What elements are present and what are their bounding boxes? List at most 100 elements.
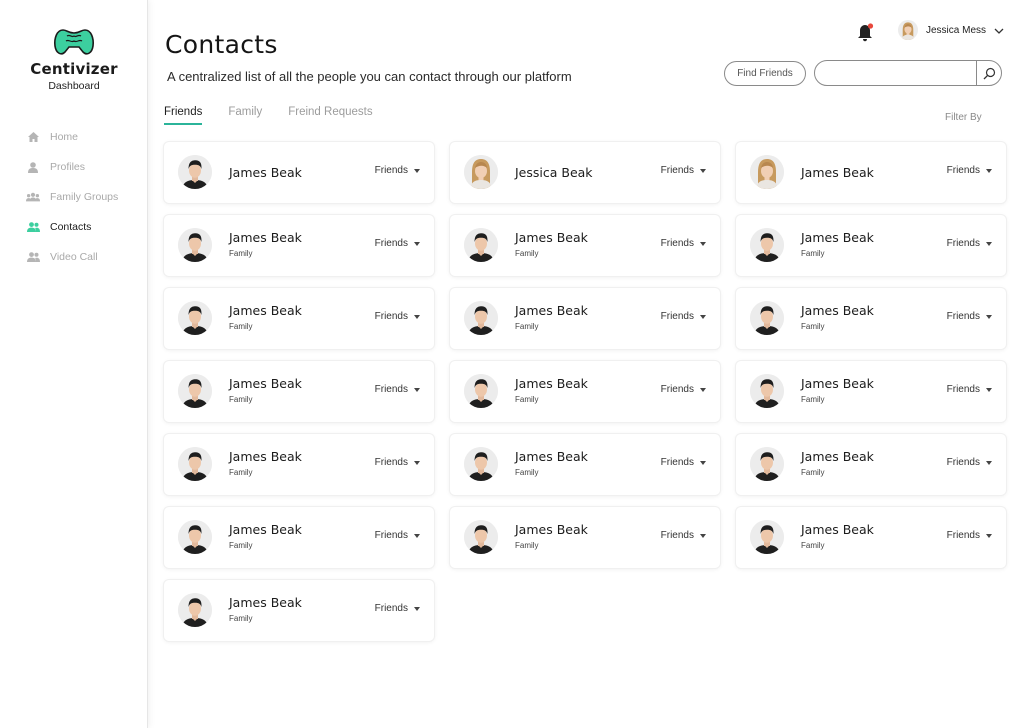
contact-card[interactable]: James Beak Family Friends	[164, 507, 434, 568]
contact-card[interactable]: James Beak Family Friends	[450, 215, 720, 276]
caret-down-icon	[414, 241, 420, 246]
contact-status-dropdown[interactable]: Friends	[375, 311, 420, 322]
contact-avatar	[464, 228, 498, 262]
sidebar-item-family-groups[interactable]: Family Groups	[0, 182, 148, 212]
logo[interactable]: Centivizer Dashboard	[0, 26, 148, 92]
sidebar-item-label: Profiles	[50, 161, 86, 173]
contact-status-dropdown[interactable]: Friends	[375, 384, 420, 395]
contact-status-dropdown[interactable]: Friends	[375, 165, 420, 176]
contact-card[interactable]: James Beak Family Friends	[164, 361, 434, 422]
contact-card[interactable]: James Beak Family Friends	[164, 215, 434, 276]
search-icon[interactable]	[976, 61, 1001, 85]
contact-status-label: Friends	[946, 530, 980, 541]
notification-bell-icon[interactable]	[857, 22, 875, 42]
contact-status-label: Friends	[946, 165, 980, 176]
sidebar: Centivizer Dashboard Home Profiles Famil…	[0, 0, 148, 728]
caret-down-icon	[986, 241, 992, 246]
contact-relation: Family	[229, 395, 253, 404]
search-input[interactable]	[815, 61, 976, 85]
sidebar-item-home[interactable]: Home	[0, 122, 148, 152]
contact-status-dropdown[interactable]: Friends	[947, 165, 992, 176]
sidebar-item-label: Video Call	[50, 251, 98, 263]
contact-relation: Family	[229, 541, 253, 550]
filter-by-button[interactable]: Filter By	[945, 112, 982, 123]
contact-card[interactable]: James Beak Family Friends	[736, 507, 1006, 568]
contact-status-label: Friends	[660, 238, 694, 249]
contact-relation: Family	[229, 614, 253, 623]
contact-card[interactable]: James Beak Friends	[736, 142, 1006, 203]
contact-status-dropdown[interactable]: Friends	[375, 238, 420, 249]
contact-status-label: Friends	[660, 384, 694, 395]
contact-relation: Family	[515, 249, 539, 258]
contact-status-label: Friends	[374, 384, 408, 395]
contact-card[interactable]: James Beak Family Friends	[736, 215, 1006, 276]
contact-card[interactable]: James Beak Family Friends	[164, 288, 434, 349]
contact-status-dropdown[interactable]: Friends	[661, 311, 706, 322]
contact-status-dropdown[interactable]: Friends	[947, 457, 992, 468]
contact-card[interactable]: James Beak Family Friends	[736, 361, 1006, 422]
contact-status-dropdown[interactable]: Friends	[375, 603, 420, 614]
caret-down-icon	[414, 533, 420, 538]
contact-status-label: Friends	[660, 311, 694, 322]
contact-name: James Beak	[229, 303, 302, 318]
contact-card[interactable]: James Beak Friends	[164, 142, 434, 203]
contact-status-dropdown[interactable]: Friends	[375, 457, 420, 468]
sidebar-item-label: Home	[50, 131, 79, 143]
contact-card[interactable]: James Beak Family Friends	[450, 288, 720, 349]
contact-status-label: Friends	[374, 165, 408, 176]
contact-name: James Beak	[801, 449, 874, 464]
contact-avatar	[750, 447, 784, 481]
contact-name: James Beak	[515, 449, 588, 464]
caret-down-icon	[414, 168, 420, 173]
contact-status-label: Friends	[374, 238, 408, 249]
contact-avatar	[464, 155, 498, 189]
tab-freind-requests[interactable]: Freind Requests	[288, 106, 372, 125]
tab-friends[interactable]: Friends	[164, 106, 203, 125]
caret-down-icon	[700, 314, 706, 319]
sidebar-item-contacts[interactable]: Contacts	[0, 212, 148, 242]
contact-status-dropdown[interactable]: Friends	[661, 238, 706, 249]
contact-status-dropdown[interactable]: Friends	[661, 165, 706, 176]
contact-status-dropdown[interactable]: Friends	[947, 530, 992, 541]
contact-tabs: Friends Family Freind Requests	[164, 106, 399, 125]
contact-status-dropdown[interactable]: Friends	[661, 530, 706, 541]
home-icon	[26, 130, 40, 144]
user-menu[interactable]: Jessica Mess	[898, 20, 1004, 40]
contact-name: James Beak	[229, 230, 302, 245]
contact-card[interactable]: James Beak Family Friends	[164, 434, 434, 495]
contact-relation: Family	[515, 395, 539, 404]
find-friends-button[interactable]: Find Friends	[724, 61, 806, 86]
contact-status-label: Friends	[946, 457, 980, 468]
contact-status-dropdown[interactable]: Friends	[947, 311, 992, 322]
contact-avatar	[464, 447, 498, 481]
contact-name: James Beak	[801, 303, 874, 318]
contact-avatar	[464, 520, 498, 554]
caret-down-icon	[700, 241, 706, 246]
contact-status-dropdown[interactable]: Friends	[661, 384, 706, 395]
contact-status-dropdown[interactable]: Friends	[661, 457, 706, 468]
contact-status-dropdown[interactable]: Friends	[375, 530, 420, 541]
contact-avatar	[178, 374, 212, 408]
contact-avatar	[750, 155, 784, 189]
sidebar-item-video-call[interactable]: Video Call	[0, 242, 148, 272]
contact-avatar	[178, 447, 212, 481]
contact-name: James Beak	[229, 376, 302, 391]
contact-card[interactable]: James Beak Family Friends	[450, 361, 720, 422]
caret-down-icon	[986, 387, 992, 392]
sidebar-item-profiles[interactable]: Profiles	[0, 152, 148, 182]
page-title: Contacts	[165, 30, 278, 59]
contact-card[interactable]: James Beak Family Friends	[164, 580, 434, 641]
contact-relation: Family	[515, 468, 539, 477]
contact-card[interactable]: James Beak Family Friends	[736, 288, 1006, 349]
page-subtitle: A centralized list of all the people you…	[167, 69, 572, 84]
contact-card[interactable]: James Beak Family Friends	[450, 434, 720, 495]
caret-down-icon	[414, 314, 420, 319]
contact-name: James Beak	[515, 303, 588, 318]
contact-status-dropdown[interactable]: Friends	[947, 238, 992, 249]
contact-card[interactable]: Jessica Beak Friends	[450, 142, 720, 203]
contact-status-dropdown[interactable]: Friends	[947, 384, 992, 395]
contact-card[interactable]: James Beak Family Friends	[450, 507, 720, 568]
contact-card[interactable]: James Beak Family Friends	[736, 434, 1006, 495]
chevron-down-icon	[994, 21, 1004, 39]
tab-family[interactable]: Family	[228, 106, 262, 125]
